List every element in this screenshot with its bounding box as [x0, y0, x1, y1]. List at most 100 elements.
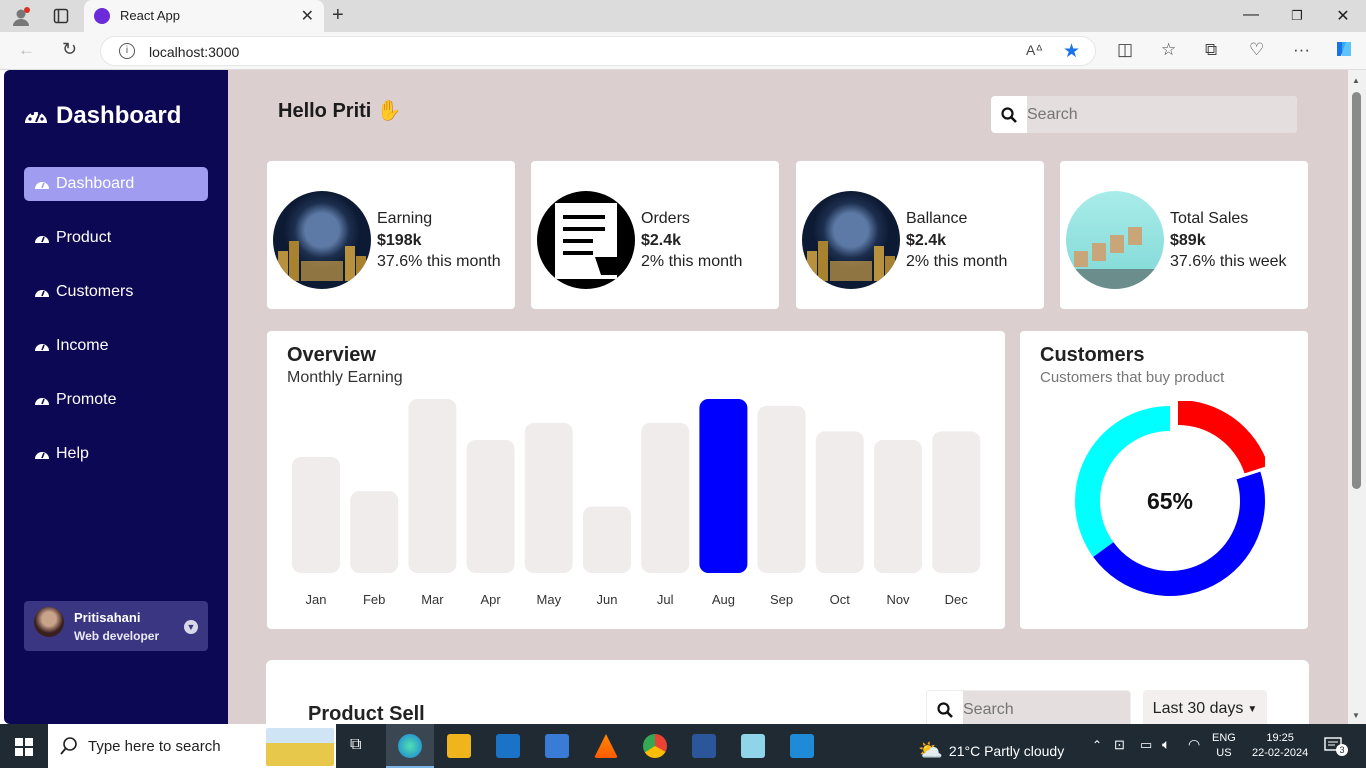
- edge-browser-icon[interactable]: [398, 734, 422, 758]
- main-content: Hello Priti ✋ Earning $198k 37.6% this m…: [228, 70, 1348, 724]
- split-screen-icon[interactable]: ◫: [1117, 40, 1133, 60]
- bar-nov[interactable]: [874, 439, 922, 573]
- month-label: Jan: [306, 592, 327, 607]
- favorite-star-icon[interactable]: ★: [1063, 40, 1080, 63]
- browser-essentials-icon[interactable]: ♡: [1249, 40, 1264, 60]
- site-info-icon[interactable]: i: [119, 43, 135, 59]
- browser-tab[interactable]: React App ✕: [84, 0, 324, 32]
- bar-feb[interactable]: [350, 491, 399, 573]
- bar-sep[interactable]: [757, 405, 806, 573]
- bar-apr[interactable]: [466, 439, 515, 573]
- bar-jul[interactable]: [641, 422, 690, 573]
- scroll-thumb[interactable]: [1352, 92, 1361, 489]
- read-aloud-icon[interactable]: Aᐞ: [1026, 42, 1043, 59]
- card-subtext: 37.6% this month: [377, 253, 501, 270]
- bar-may[interactable]: [524, 422, 573, 573]
- refresh-icon[interactable]: ↻: [62, 39, 77, 60]
- scroll-down-icon[interactable]: ▼: [1352, 711, 1360, 720]
- windows-start-icon[interactable]: [15, 738, 33, 756]
- customers-subtitle: Customers that buy product: [1040, 369, 1225, 386]
- sidebar-item-label: Product: [56, 229, 112, 246]
- restore-icon[interactable]: ❐: [1282, 8, 1312, 24]
- month-label: May: [537, 592, 562, 607]
- taskbar-search-text: Type here to search: [88, 738, 221, 755]
- chrome-icon[interactable]: [643, 734, 667, 758]
- bar-dec[interactable]: [932, 431, 981, 573]
- profile-icon[interactable]: [10, 6, 32, 28]
- page-scrollbar[interactable]: ▲ ▼: [1348, 70, 1366, 724]
- collections-icon[interactable]: ⧉: [1205, 40, 1217, 60]
- tab-actions-icon[interactable]: [52, 7, 70, 25]
- bar-aug[interactable]: [699, 399, 748, 573]
- sidebar-item-label: Customers: [56, 283, 134, 300]
- favorites-icon[interactable]: ☆: [1161, 40, 1176, 60]
- wifi-icon[interactable]: ◠: [1188, 736, 1200, 753]
- clock[interactable]: 19:25 22-02-2024: [1252, 731, 1308, 761]
- sidebar-item-promote[interactable]: Promote: [24, 383, 208, 417]
- balance-image: [802, 191, 900, 289]
- month-label: Dec: [945, 592, 969, 607]
- search-input[interactable]: [1027, 96, 1297, 133]
- product-search: [926, 690, 1131, 724]
- battery-icon[interactable]: ▭: [1140, 737, 1152, 753]
- search-highlight-image: [266, 728, 334, 766]
- volume-icon[interactable]: 🔈︎: [1162, 736, 1170, 753]
- url-field[interactable]: i localhost:3000 Aᐞ ★: [100, 36, 1096, 66]
- gauge-icon: [35, 398, 49, 405]
- file-explorer-icon[interactable]: [447, 734, 471, 758]
- date-range-select[interactable]: Last 30 days ▼: [1143, 690, 1267, 724]
- sidebar-item-product[interactable]: Product: [24, 221, 208, 255]
- overview-panel: Overview Monthly Earning Jan Feb Mar Apr May…: [267, 331, 1005, 629]
- avatar: [34, 607, 64, 637]
- chevron-down-icon[interactable]: ▼: [184, 620, 198, 634]
- back-icon[interactable]: ←: [18, 40, 35, 60]
- product-search-input[interactable]: [963, 691, 1130, 724]
- bar-oct[interactable]: [815, 431, 864, 573]
- search-icon: [927, 691, 963, 724]
- card-value: $89k: [1170, 232, 1206, 249]
- windows-taskbar: Type here to search ⧉ ⛅ 21°C Partly clou…: [0, 724, 1366, 768]
- scroll-up-icon[interactable]: ▲: [1352, 76, 1360, 85]
- word-icon[interactable]: [692, 734, 716, 758]
- card-subtext: 2% this month: [641, 253, 743, 270]
- copilot-icon[interactable]: [1333, 38, 1355, 65]
- url-text[interactable]: localhost:3000: [149, 44, 239, 60]
- sidebar-item-dashboard[interactable]: Dashboard: [24, 167, 208, 201]
- search-icon: [991, 96, 1027, 133]
- user-profile[interactable]: Pritisahani Web developer ▼: [24, 601, 208, 651]
- mail-icon[interactable]: [496, 734, 520, 758]
- sidebar-item-income[interactable]: Income: [24, 329, 208, 363]
- notes-app-icon[interactable]: [741, 734, 765, 758]
- vlc-icon[interactable]: [594, 734, 618, 758]
- taskbar-search[interactable]: Type here to search: [48, 724, 336, 768]
- sidebar-item-customers[interactable]: Customers: [24, 275, 208, 309]
- search-icon: [60, 737, 77, 755]
- tab-title: React App: [120, 8, 180, 23]
- month-label: Oct: [830, 592, 851, 607]
- bar-mar[interactable]: [408, 399, 457, 573]
- close-window-icon[interactable]: ✕: [1328, 6, 1358, 26]
- network-devices-icon[interactable]: ⊡: [1114, 737, 1125, 753]
- minimize-icon[interactable]: —: [1236, 6, 1266, 24]
- sidebar-item-help[interactable]: Help: [24, 437, 208, 471]
- close-tab-icon[interactable]: ✕: [301, 6, 314, 26]
- weather-widget[interactable]: ⛅ 21°C Partly cloudy: [918, 738, 1064, 763]
- chevron-up-icon[interactable]: ⌃: [1092, 738, 1102, 752]
- card-label: Earning: [377, 210, 433, 227]
- caret-down-icon: ▼: [1247, 703, 1258, 715]
- more-menu-icon[interactable]: ···: [1293, 40, 1310, 60]
- bar-jan[interactable]: [292, 457, 340, 573]
- brand[interactable]: Dashboard: [24, 102, 181, 130]
- vscode-icon[interactable]: [790, 734, 814, 758]
- language-region: US: [1216, 747, 1232, 759]
- overview-title: Overview: [287, 344, 376, 366]
- microsoft-store-icon[interactable]: [545, 734, 569, 758]
- task-view-icon[interactable]: ⧉: [350, 736, 361, 754]
- new-tab-icon[interactable]: +: [332, 4, 344, 27]
- month-label: Mar: [421, 592, 444, 607]
- profile-name: Pritisahani: [74, 610, 141, 625]
- notifications-icon[interactable]: 3: [1324, 736, 1348, 756]
- bar-jun[interactable]: [583, 506, 631, 573]
- language-indicator[interactable]: ENG US: [1212, 731, 1236, 761]
- month-label: Aug: [712, 592, 735, 607]
